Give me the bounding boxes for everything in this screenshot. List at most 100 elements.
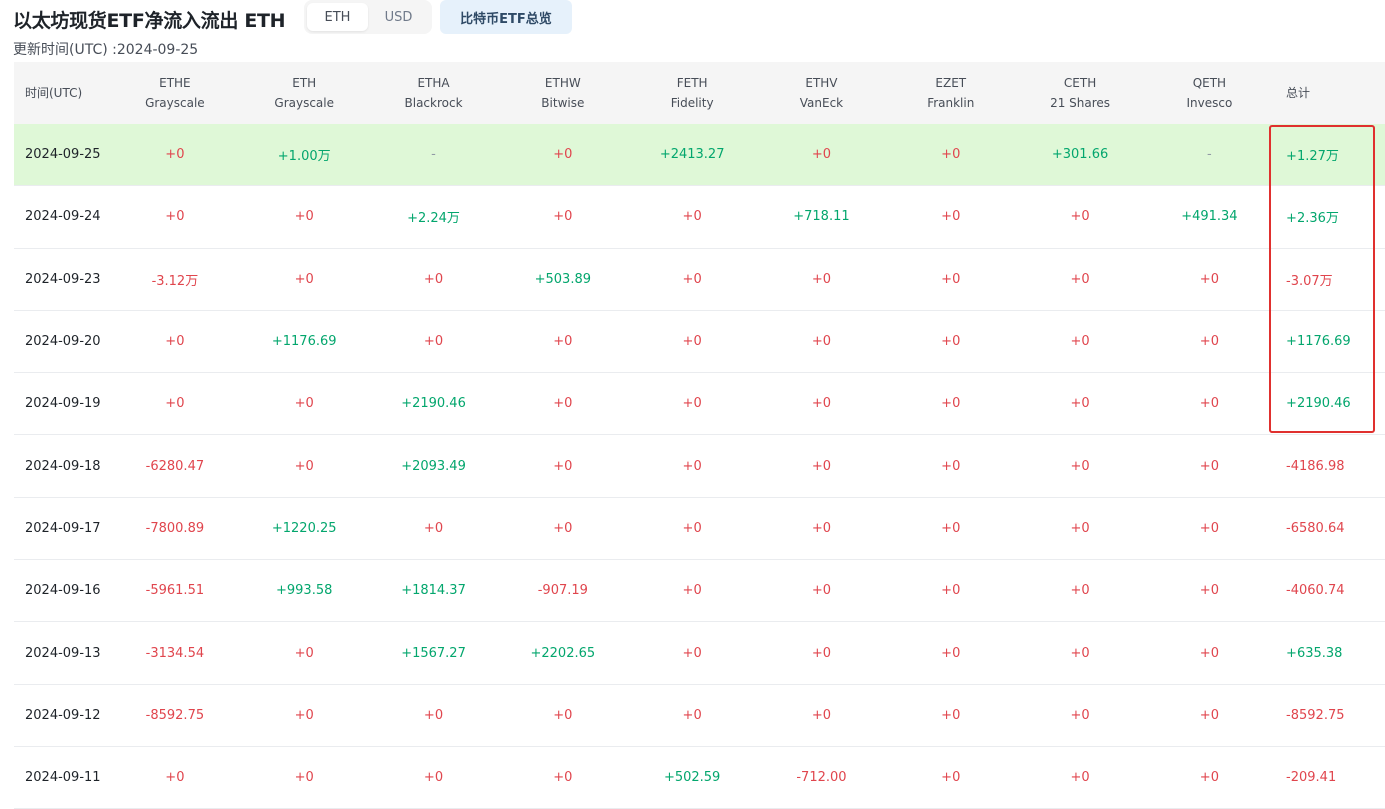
- header-ticker: ETH: [292, 76, 317, 90]
- cell-total: +1.27万: [1286, 149, 1339, 165]
- cell-feth: +0: [682, 583, 702, 599]
- table-row: 2024-09-16 -5961.51 +993.58 +1814.37 -907.19…: [14, 560, 1385, 623]
- cell-qeth: +0: [1199, 520, 1219, 536]
- cell-ezet: +0: [941, 583, 961, 599]
- header-ethv: ETHV VanEck: [757, 73, 886, 113]
- header-issuer: 21 Shares: [1050, 96, 1111, 110]
- cell-etha: +0: [423, 520, 444, 536]
- header-issuer: Bitwise: [541, 96, 585, 110]
- cell-etha: +0: [423, 271, 444, 287]
- table-row: 2024-09-13 -3134.54 +0 +1567.27 +2202.65 +0 +0…: [14, 622, 1385, 685]
- row-date: 2024-09-11: [25, 770, 101, 786]
- cell-ethv: +0: [811, 458, 832, 474]
- cell-eth: +0: [294, 645, 314, 661]
- header-date: 时间(UTC): [25, 86, 83, 100]
- cell-qeth: +0: [1199, 334, 1219, 350]
- cell-ezet: +0: [941, 645, 961, 661]
- cell-qeth: +0: [1199, 707, 1219, 723]
- page-title: 以太坊现货ETF净流入流出 ETH: [13, 10, 286, 32]
- cell-ethe: -6280.47: [145, 458, 205, 474]
- cell-ethe: +0: [165, 334, 185, 350]
- header-issuer: Franklin: [927, 96, 975, 110]
- table-row: 2024-09-19 +0 +0 +2190.46 +0 +0 +0 +0 +0 +0 +2190.…: [14, 373, 1385, 436]
- header-ticker: ETHW: [544, 76, 581, 90]
- cell-ceth: +0: [1070, 770, 1090, 786]
- header-ticker: CETH: [1063, 76, 1097, 90]
- cell-ethw: +0: [553, 458, 573, 474]
- header-issuer: Grayscale: [274, 96, 334, 110]
- cell-ceth: +0: [1070, 583, 1090, 599]
- cell-total: -8592.75: [1286, 707, 1345, 723]
- cell-ethw: +2202.65: [530, 645, 596, 661]
- cell-ethw: +503.89: [534, 271, 592, 287]
- cell-eth: +0: [294, 707, 314, 723]
- cell-total: +2.36万: [1286, 211, 1339, 227]
- cell-total: +635.38: [1286, 645, 1343, 661]
- cell-ethv: +0: [811, 645, 832, 661]
- row-date: 2024-09-18: [25, 458, 101, 474]
- cell-feth: +0: [682, 396, 702, 412]
- cell-feth: +0: [682, 458, 702, 474]
- row-date: 2024-09-23: [25, 271, 101, 287]
- cell-eth: +0: [294, 770, 314, 786]
- cell-ethw: +0: [553, 396, 573, 412]
- cell-ceth: +0: [1070, 458, 1090, 474]
- cell-qeth: +0: [1199, 645, 1219, 661]
- cell-ethv: -712.00: [796, 770, 847, 786]
- cell-etha: +2.24万: [407, 211, 460, 227]
- header-ticker: ETHE: [159, 76, 191, 90]
- table-row: 2024-09-11 +0 +0 +0 +0 +502.59 -712.00 +0 +0 +0 -2…: [14, 747, 1385, 809]
- cell-qeth: +0: [1199, 271, 1219, 287]
- cell-eth: +0: [294, 458, 314, 474]
- cell-ethv: +0: [811, 147, 832, 163]
- cell-ceth: +301.66: [1051, 147, 1109, 163]
- cell-ceth: +0: [1070, 334, 1090, 350]
- cell-ezet: +0: [941, 707, 961, 723]
- cell-ceth: +0: [1070, 396, 1090, 412]
- cell-etha: +2190.46: [401, 396, 466, 412]
- cell-qeth: +0: [1199, 770, 1219, 786]
- unit-toggle: ETH USD: [304, 0, 432, 34]
- cell-ezet: +0: [941, 520, 961, 536]
- cell-ezet: +0: [941, 334, 961, 350]
- table-row: 2024-09-23 -3.12万 +0 +0 +503.89 +0 +0 +0 +0 +0 -3.…: [14, 249, 1385, 311]
- header-issuer: VanEck: [799, 96, 844, 110]
- cell-ezet: +0: [941, 271, 961, 287]
- cell-feth: +0: [682, 334, 702, 350]
- cell-ethw: +0: [553, 334, 573, 350]
- table-row: 2024-09-20 +0 +1176.69 +0 +0 +0 +0 +0 +0 +0 +1176.…: [14, 311, 1385, 374]
- header-total: 总计: [1286, 86, 1311, 100]
- cell-total: -4060.74: [1286, 583, 1345, 599]
- cell-etha: +1567.27: [401, 645, 466, 661]
- header-issuer: Grayscale: [145, 96, 205, 110]
- cell-total: -209.41: [1286, 770, 1337, 786]
- cell-qeth: +491.34: [1181, 209, 1238, 225]
- cell-ceth: +0: [1070, 271, 1090, 287]
- header-eth: ETH Grayscale: [240, 73, 369, 113]
- cell-ethw: -907.19: [537, 583, 588, 599]
- table-header: 时间(UTC) ETHE Grayscale ETH Grayscale ETHA Bla…: [14, 62, 1385, 124]
- unit-option-usd[interactable]: USD: [368, 3, 429, 31]
- table-row: 2024-09-17 -7800.89 +1220.25 +0 +0 +0 +0 +0 +0 +0…: [14, 498, 1385, 561]
- btc-etf-overview-button[interactable]: 比特币ETF总览: [440, 0, 572, 34]
- row-date: 2024-09-20: [25, 334, 101, 350]
- cell-etha: +0: [423, 770, 444, 786]
- cell-ethv: +0: [811, 583, 832, 599]
- header-ticker: QETH: [1192, 76, 1227, 90]
- cell-etha: +2093.49: [401, 458, 466, 474]
- header-feth: FETH Fidelity: [627, 73, 756, 113]
- table-row: 2024-09-25 +0 +1.00万 - +0 +2413.27 +0 +0 +301.66…: [14, 124, 1385, 187]
- row-date: 2024-09-25: [25, 147, 101, 163]
- header-issuer: Fidelity: [670, 96, 714, 110]
- cell-etha: +0: [423, 334, 444, 350]
- unit-option-eth[interactable]: ETH: [307, 3, 368, 31]
- cell-feth: +0: [682, 645, 702, 661]
- cell-ethw: +0: [553, 147, 573, 163]
- table-row: 2024-09-18 -6280.47 +0 +2093.49 +0 +0 +0 +0 +0 +0…: [14, 435, 1385, 498]
- cell-ethw: +0: [553, 520, 573, 536]
- cell-total: +1176.69: [1286, 334, 1351, 350]
- cell-feth: +0: [682, 707, 702, 723]
- cell-ethv: +0: [811, 396, 832, 412]
- row-date: 2024-09-12: [25, 707, 101, 723]
- row-date: 2024-09-13: [25, 645, 101, 661]
